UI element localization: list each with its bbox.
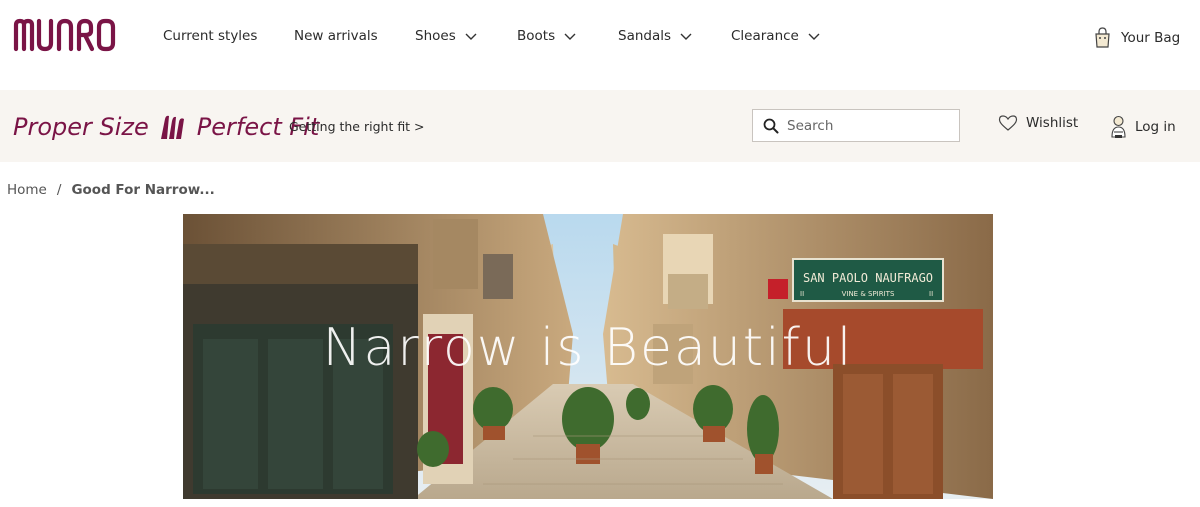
hero-title: Narrow is Beautiful [322,318,854,378]
shopping-bag-icon [1095,27,1110,48]
nav-label: Current styles [163,28,258,44]
breadcrumb-home-link[interactable]: Home [7,182,47,198]
nav-label: Sandals [618,28,672,44]
nav-item-clearance[interactable]: Clearance [731,28,821,44]
promo-left-text: Proper Size [13,113,149,141]
nav-item-new-arrivals[interactable]: New arrivals [294,28,378,44]
nav-item-shoes[interactable]: Shoes [415,28,478,44]
login-button[interactable]: Log in [1110,114,1176,140]
breadcrumb-current: Good For Narrow... [71,182,215,198]
munro-logo[interactable] [13,15,135,59]
nav-item-sandals[interactable]: Sandals [618,28,693,44]
chevron-down-icon [808,33,820,40]
munro-m-mark-icon [160,115,184,139]
proper-size-perfect-fit-banner: Proper Size Perfect Fit [13,109,319,145]
your-bag-button[interactable]: Your Bag [1092,26,1180,50]
nav-item-boots[interactable]: Boots [517,28,577,44]
nav-label: Clearance [731,28,799,44]
sign-right-mark: II [929,290,933,298]
search-icon [763,118,779,133]
user-icon [1111,115,1126,138]
munro-logo-icon [13,18,116,52]
nav-label: New arrivals [294,28,378,44]
login-label: Log in [1135,119,1176,135]
search-box[interactable] [752,109,960,142]
top-navigation: Current styles New arrivals Shoes Boots … [0,0,1200,90]
hero-banner[interactable]: SAN PAOLO NAUFRAGO VINE & SPIRITS II II … [183,214,993,499]
chevron-down-icon [564,33,576,40]
breadcrumb-separator: / [56,182,62,198]
sign-text: SAN PAOLO NAUFRAGO [803,271,933,285]
wishlist-label: Wishlist [1026,115,1079,131]
nav-item-current-styles[interactable]: Current styles [163,28,257,44]
breadcrumb: Home / Good For Narrow... [7,182,215,198]
nav-label: Shoes [415,28,456,44]
heart-icon [998,115,1018,131]
sign-left-mark: II [800,290,804,298]
nav-label: Boots [517,28,556,44]
chevron-down-icon [680,33,692,40]
chevron-down-icon [465,33,477,40]
wishlist-button[interactable]: Wishlist [998,114,1078,132]
search-input[interactable] [785,116,949,135]
getting-the-right-fit-link[interactable]: Getting the right fit > [289,119,425,134]
bag-label: Your Bag [1121,30,1181,46]
sign-subtext: VINE & SPIRITS [842,290,895,298]
